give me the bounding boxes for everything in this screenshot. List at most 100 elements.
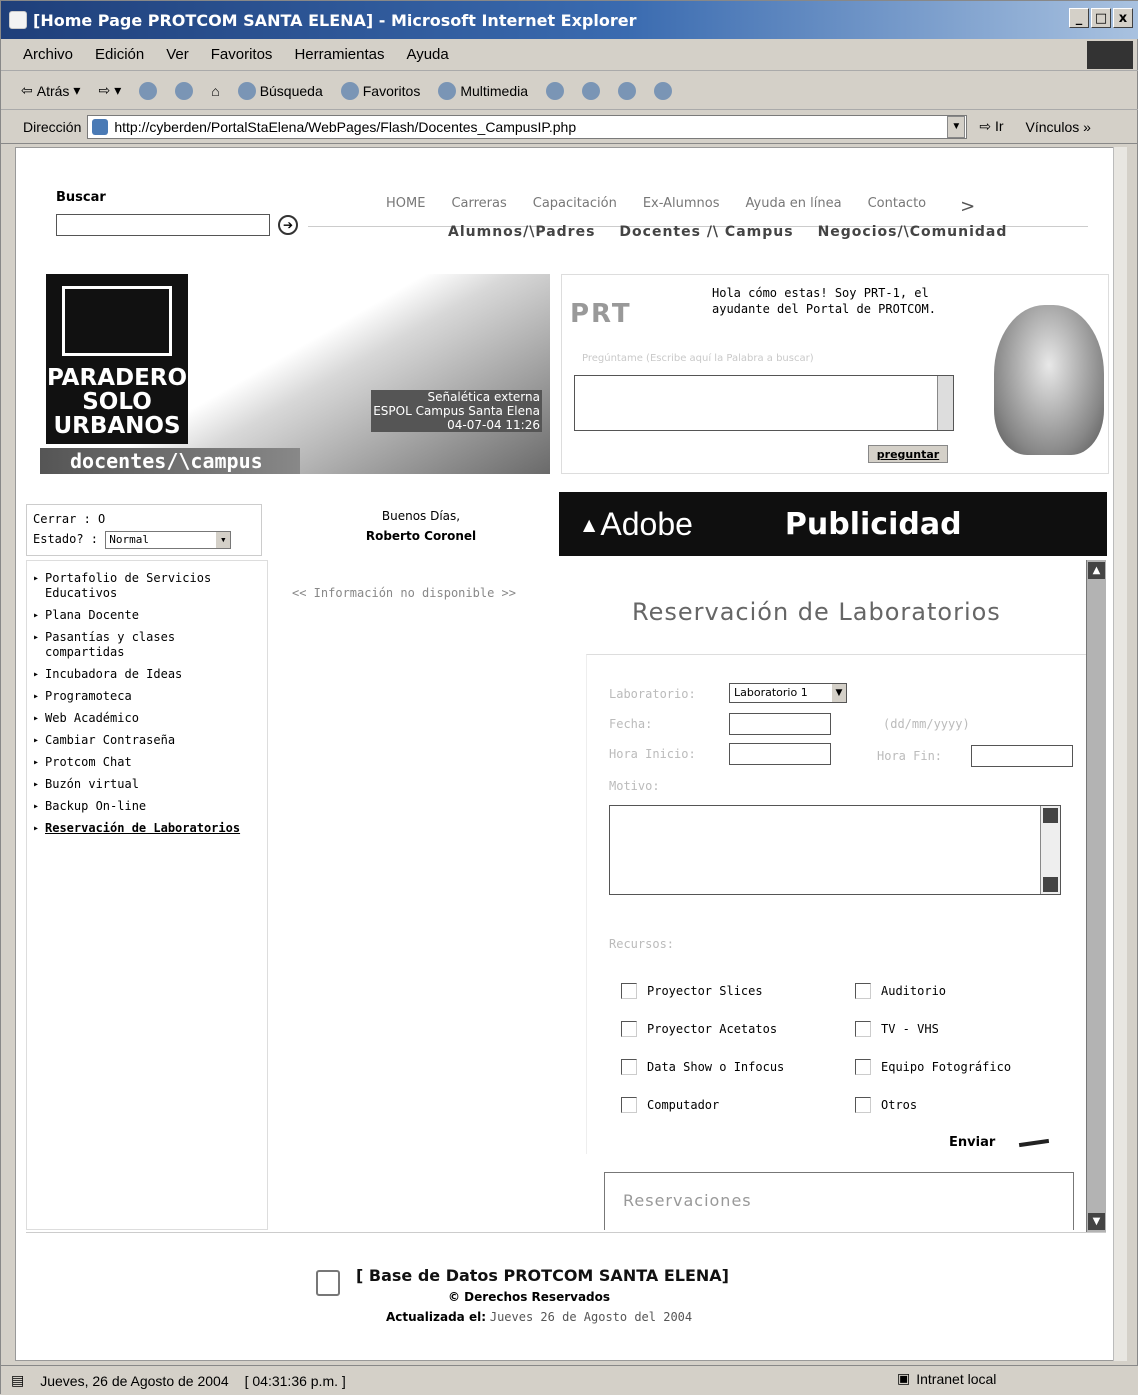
nav-next-arrow-icon[interactable]: >	[960, 196, 975, 217]
user-name: Roberto Coronel	[365, 529, 477, 543]
page-scrollbar[interactable]	[1113, 147, 1127, 1361]
menu-archivo[interactable]: Archivo	[23, 46, 73, 63]
date-input[interactable]	[729, 713, 831, 735]
menu-backup[interactable]: Backup On-line	[33, 799, 261, 814]
status-time: [ 04:31:36 p.m. ]	[244, 1372, 346, 1389]
scroll-down-icon[interactable]: ▼	[1088, 1213, 1105, 1230]
ie-icon	[9, 11, 27, 29]
minimize-button[interactable]: _	[1069, 8, 1089, 28]
links-button[interactable]: Vínculos »	[1026, 119, 1091, 135]
menu-edicion[interactable]: Edición	[95, 46, 144, 63]
print-icon[interactable]	[618, 81, 637, 100]
reservation-scrollbar[interactable]: ▲ ▼	[1086, 560, 1106, 1232]
menu-ayuda[interactable]: Ayuda	[406, 46, 448, 63]
multimedia-button[interactable]: Multimedia	[438, 81, 528, 100]
forward-button[interactable]: ⇨ ▾	[98, 82, 121, 99]
checkbox[interactable]	[855, 1021, 871, 1037]
status-date: Jueves, 26 de Agosto de 2004	[40, 1372, 229, 1389]
scroll-up-icon[interactable]: ▲	[1088, 562, 1105, 579]
menu-portafolio[interactable]: Portafolio de Servicios Educativos	[33, 571, 261, 601]
search-go-icon[interactable]: ➔	[278, 215, 298, 235]
nav-docentes-campus[interactable]: Docentes /\ Campus	[619, 224, 793, 240]
section-banner-title: docentes/\campus	[40, 448, 300, 474]
menu-cambiar-contrasena[interactable]: Cambiar Contraseña	[33, 733, 261, 748]
address-bar: Dirección http://cyberden/PortalStaElena…	[1, 110, 1138, 144]
submit-button[interactable]: Enviar	[949, 1135, 995, 1150]
address-dropdown-icon[interactable]: ▼	[947, 115, 966, 138]
menu-buzon-virtual[interactable]: Buzón virtual	[33, 777, 261, 792]
search-input[interactable]	[56, 214, 270, 236]
assistant-input-scrollbar[interactable]	[937, 376, 953, 430]
resource-proyector-acetatos[interactable]: Proyector Acetatos	[621, 1021, 777, 1037]
checkbox[interactable]	[621, 1097, 637, 1113]
nav-capacitacion[interactable]: Capacitación	[533, 196, 617, 217]
checkbox[interactable]	[621, 1021, 637, 1037]
nav-negocios-comunidad[interactable]: Negocios/\Comunidad	[818, 224, 1008, 240]
reservations-list: Reservaciones	[604, 1172, 1074, 1230]
edit-icon[interactable]	[654, 81, 673, 100]
start-time-input[interactable]	[729, 743, 831, 765]
footer-divider	[26, 1232, 1106, 1233]
menu-pasantias[interactable]: Pasantías y clases compartidas	[33, 630, 261, 660]
back-button[interactable]: ⇦ Atrás ▾	[21, 82, 80, 99]
nav-alumnos-padres[interactable]: Alumnos/\Padres	[448, 224, 595, 240]
favorites-button[interactable]: Favoritos	[340, 81, 420, 100]
stop-icon[interactable]	[139, 81, 158, 100]
nav-home[interactable]: HOME	[386, 196, 425, 217]
checkbox[interactable]	[855, 1059, 871, 1075]
nav-contacto[interactable]: Contacto	[868, 196, 927, 217]
resource-otros[interactable]: Otros	[855, 1097, 917, 1113]
close-session-toggle[interactable]: O	[98, 512, 105, 526]
checkbox[interactable]	[855, 1097, 871, 1113]
nav-carreras[interactable]: Carreras	[451, 196, 506, 217]
menu-favoritos[interactable]: Favoritos	[211, 46, 273, 63]
state-select[interactable]: Normal	[105, 530, 232, 549]
home-icon[interactable]: ⌂	[211, 83, 219, 99]
start-time-label: Hora Inicio:	[609, 747, 696, 761]
bus-stop-sign: PARADERO SOLO URBANOS	[46, 274, 188, 444]
resources-label: Recursos:	[609, 937, 675, 951]
reason-textarea[interactable]	[609, 805, 1061, 895]
multimedia-icon	[438, 81, 457, 100]
address-url: http://cyberden/PortalStaElena/WebPages/…	[114, 118, 577, 135]
forward-arrow-icon: ⇨	[98, 82, 111, 98]
menu-incubadora[interactable]: Incubadora de Ideas	[33, 667, 261, 682]
resource-auditorio[interactable]: Auditorio	[855, 983, 946, 999]
ad-banner[interactable]: ▲ Adobe Publicidad	[559, 492, 1107, 556]
resource-data-show[interactable]: Data Show o Infocus	[621, 1059, 784, 1075]
prt-logo: PRT	[570, 299, 632, 329]
menu-protcom-chat[interactable]: Protcom Chat	[33, 755, 261, 770]
intranet-icon: ▣	[897, 1370, 911, 1386]
reason-scrollbar[interactable]	[1040, 806, 1060, 894]
last-updated: Actualizada el: Jueves 26 de Agosto del …	[386, 1310, 693, 1324]
search-button[interactable]: Búsqueda	[237, 81, 323, 100]
close-button[interactable]: x	[1113, 8, 1133, 28]
mail-icon[interactable]	[582, 81, 601, 100]
submit-arrow-icon[interactable]	[1018, 1138, 1050, 1148]
menu-reservacion[interactable]: Reservación de Laboratorios	[33, 821, 261, 836]
menu-programoteca[interactable]: Programoteca	[33, 689, 261, 704]
menu-ver[interactable]: Ver	[166, 46, 189, 63]
resource-tv-vhs[interactable]: TV - VHS	[855, 1021, 939, 1037]
checkbox[interactable]	[621, 1059, 637, 1075]
menu-plana-docente[interactable]: Plana Docente	[33, 608, 261, 623]
lab-select[interactable]: Laboratorio 1 ▼	[729, 683, 847, 703]
resource-proyector-slices[interactable]: Proyector Slices	[621, 983, 763, 999]
refresh-icon[interactable]	[175, 81, 194, 100]
resource-equipo-fotografico[interactable]: Equipo Fotográfico	[855, 1059, 1011, 1075]
checkbox[interactable]	[855, 983, 871, 999]
maximize-button[interactable]: □	[1091, 8, 1111, 28]
history-icon[interactable]	[546, 81, 565, 100]
ask-button[interactable]: preguntar	[868, 445, 948, 463]
nav-ayuda[interactable]: Ayuda en línea	[746, 196, 842, 217]
side-menu: Portafolio de Servicios Educativos Plana…	[26, 560, 268, 1230]
nav-ex-alumnos[interactable]: Ex-Alumnos	[643, 196, 720, 217]
assistant-question-input[interactable]	[574, 375, 954, 431]
menu-web-academico[interactable]: Web Académico	[33, 711, 261, 726]
menu-herramientas[interactable]: Herramientas	[294, 46, 384, 63]
end-time-input[interactable]	[971, 745, 1073, 767]
go-button[interactable]: ⇨ Ir	[979, 118, 1003, 135]
address-input[interactable]: http://cyberden/PortalStaElena/WebPages/…	[87, 114, 968, 139]
resource-computador[interactable]: Computador	[621, 1097, 719, 1113]
checkbox[interactable]	[621, 983, 637, 999]
